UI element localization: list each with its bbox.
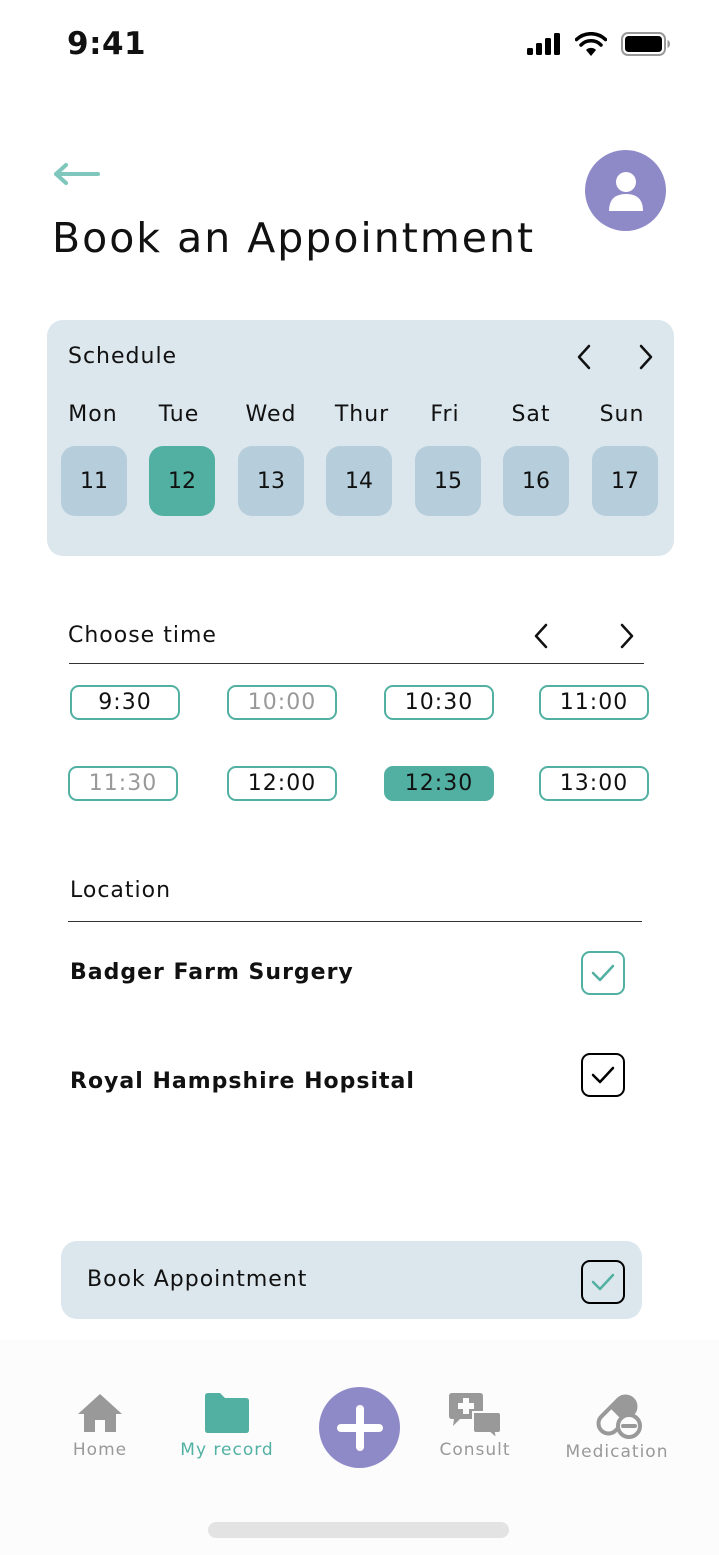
folder-icon [205, 1393, 249, 1433]
wifi-icon [575, 32, 607, 56]
badger-farm-checkbox[interactable] [581, 951, 625, 995]
tab-home[interactable]: Home [60, 1392, 140, 1460]
pill-icon [596, 1394, 642, 1439]
book-appointment-checkbox[interactable] [581, 1260, 625, 1304]
back-arrow-icon[interactable] [50, 160, 102, 188]
page-title: Book an Appointment [52, 214, 536, 262]
date-chip-12-selected[interactable]: 12 [149, 446, 215, 516]
location-option-badger-farm: Badger Farm Surgery [70, 960, 354, 985]
check-icon [591, 1066, 615, 1084]
tab-consult[interactable]: Consult [430, 1392, 520, 1460]
chevron-left-icon [577, 344, 591, 370]
chat-medical-icon [449, 1393, 502, 1440]
date-chip-15[interactable]: 15 [415, 446, 481, 516]
day-name-fri: Fri [430, 402, 460, 427]
location-option-royal-hampshire: Royal Hampshire Hopsital [70, 1069, 415, 1094]
chevron-right-icon [620, 623, 634, 649]
user-icon [608, 171, 643, 211]
status-time: 9:41 [67, 26, 147, 62]
battery-icon [621, 32, 670, 56]
date-chip-16[interactable]: 16 [503, 446, 569, 516]
location-label: Location [70, 878, 172, 903]
time-slot-1100[interactable]: 11:00 [539, 685, 649, 720]
day-name-mon: Mon [68, 402, 118, 427]
time-slot-0930[interactable]: 9:30 [70, 685, 180, 720]
home-icon [78, 1394, 122, 1432]
time-prev-button[interactable] [527, 622, 555, 650]
signal-icon [527, 33, 560, 55]
tab-my-record[interactable]: My record [177, 1392, 277, 1460]
date-chip-11[interactable]: 11 [61, 446, 127, 516]
choose-time-label: Choose time [68, 623, 217, 648]
tab-my-record-label: My record [180, 1440, 274, 1460]
schedule-label: Schedule [68, 344, 178, 369]
chevron-left-icon [534, 623, 548, 649]
day-name-sat: Sat [511, 402, 551, 427]
date-chip-13[interactable]: 13 [238, 446, 304, 516]
plus-icon [336, 1404, 383, 1451]
schedule-next-button[interactable] [632, 343, 660, 371]
time-slot-1030[interactable]: 10:30 [384, 685, 494, 720]
date-chip-14[interactable]: 14 [326, 446, 392, 516]
tab-consult-label: Consult [439, 1440, 511, 1460]
time-slot-1300[interactable]: 13:00 [539, 766, 649, 801]
chevron-right-icon [639, 344, 653, 370]
time-slot-1130[interactable]: 11:30 [68, 766, 178, 801]
tab-medication[interactable]: Medication [562, 1390, 672, 1462]
time-slot-1000[interactable]: 10:00 [227, 685, 337, 720]
time-slot-1200[interactable]: 12:00 [227, 766, 337, 801]
day-name-thur: Thur [334, 402, 390, 427]
book-appointment-label: Book Appointment [87, 1267, 308, 1292]
home-indicator[interactable] [208, 1522, 509, 1538]
check-icon [591, 1273, 615, 1291]
tab-medication-label: Medication [565, 1442, 669, 1462]
schedule-prev-button[interactable] [570, 343, 598, 371]
status-icons [527, 32, 671, 56]
location-divider [68, 921, 642, 922]
time-next-button[interactable] [613, 622, 641, 650]
day-name-tue: Tue [158, 402, 200, 427]
royal-hampshire-checkbox[interactable] [581, 1053, 625, 1097]
day-name-sun: Sun [599, 402, 645, 427]
check-icon [591, 964, 615, 982]
day-name-wed: Wed [245, 402, 297, 427]
add-button[interactable] [319, 1387, 400, 1468]
time-slot-1230-selected[interactable]: 12:30 [384, 766, 494, 801]
time-divider [69, 663, 644, 664]
profile-avatar[interactable] [585, 150, 666, 231]
tab-home-label: Home [72, 1440, 128, 1460]
date-chip-17[interactable]: 17 [592, 446, 658, 516]
